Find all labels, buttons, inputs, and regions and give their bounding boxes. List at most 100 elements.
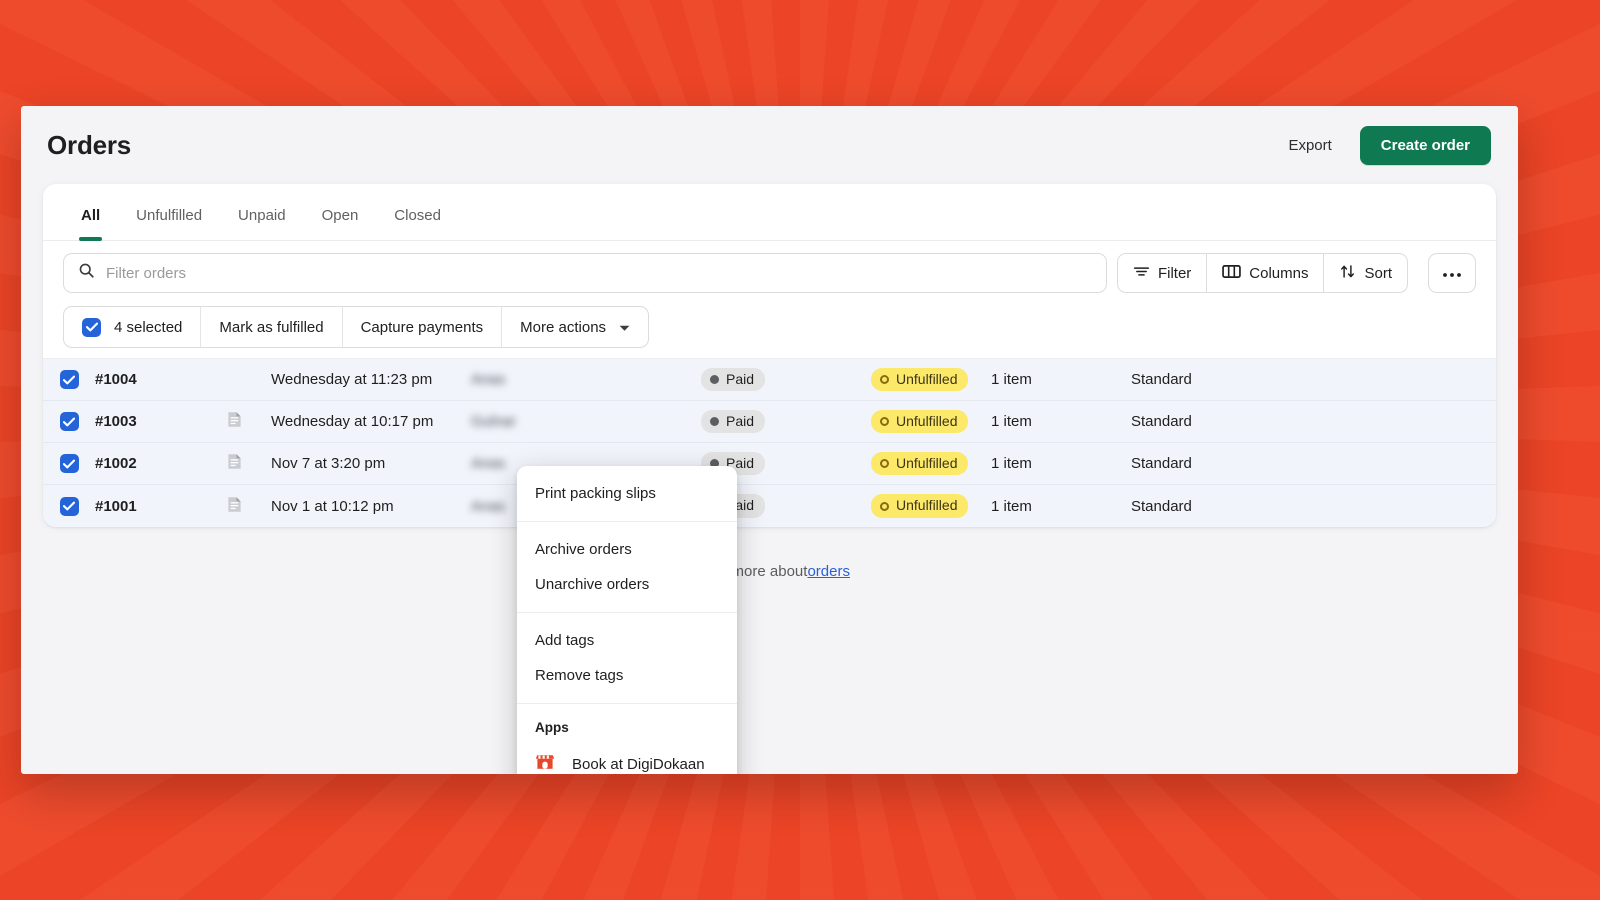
selected-count-label: 4 selected (114, 319, 182, 336)
bulk-actions-wrap: 4 selected Mark as fulfilled Capture pay… (43, 306, 1496, 358)
page-title: Orders (47, 130, 131, 161)
more-options-button[interactable] (1428, 253, 1476, 293)
export-button[interactable]: Export (1284, 131, 1335, 160)
order-number[interactable]: #1003 (95, 413, 227, 430)
row-checkbox[interactable] (60, 412, 79, 431)
order-number[interactable]: #1002 (95, 455, 227, 472)
item-count: 1 item (991, 498, 1131, 515)
apps-section-header: Apps (517, 714, 737, 743)
order-number[interactable]: #1001 (95, 498, 227, 515)
note-cell (227, 411, 271, 432)
ellipsis-icon (1442, 265, 1462, 282)
fulfillment-status-label: Unfulfilled (896, 371, 957, 389)
capture-payments-button[interactable]: Capture payments (343, 307, 503, 347)
row-checkbox-cell[interactable] (43, 370, 95, 389)
filter-icon (1133, 263, 1150, 284)
menu-item-book-at-digidokaan[interactable]: Book at DigiDokaan (517, 743, 737, 774)
create-order-button[interactable]: Create order (1360, 126, 1491, 165)
customer-name: Gulnar (471, 413, 701, 430)
fulfillment-status-label: Unfulfilled (896, 497, 957, 515)
order-tabs: All Unfulfilled Unpaid Open Closed (43, 184, 1496, 241)
unfulfilled-ring-icon (880, 417, 889, 426)
filter-button[interactable]: Filter (1117, 253, 1207, 293)
payment-status: Paid (701, 368, 871, 392)
menu-section-print: Print packing slips (517, 466, 737, 521)
table-row[interactable]: #1002 Nov 7 at 3:20 pm Anas (43, 443, 1496, 485)
note-icon (227, 411, 242, 432)
item-count: 1 item (991, 371, 1131, 388)
page-header: Orders Export Create order (21, 106, 1518, 184)
table-row[interactable]: #1004 Wednesday at 11:23 pm Anas Paid Un… (43, 359, 1496, 401)
row-checkbox-cell[interactable] (43, 497, 95, 516)
filter-toolbar: Filter Columns (43, 241, 1496, 306)
select-all-checkbox[interactable] (82, 318, 101, 337)
learn-more-note: Learn more about orders (21, 527, 1518, 592)
sort-button-label: Sort (1364, 265, 1392, 282)
menu-item-print-packing-slips[interactable]: Print packing slips (517, 476, 737, 511)
tab-all[interactable]: All (63, 207, 118, 240)
row-checkbox[interactable] (60, 497, 79, 516)
unfulfilled-ring-icon (880, 459, 889, 468)
table-row[interactable]: #1003 Wednesday at 10:17 pm Gulnar (43, 401, 1496, 443)
fulfillment-status-label: Unfulfilled (896, 413, 957, 431)
header-actions: Export Create order (1284, 126, 1491, 165)
orders-card: All Unfulfilled Unpaid Open Closed (43, 184, 1496, 527)
note-cell (227, 453, 271, 474)
storefront-icon (535, 752, 555, 774)
row-checkbox-cell[interactable] (43, 454, 95, 473)
fulfillment-status: Unfulfilled (871, 494, 991, 518)
bulk-actions-bar: 4 selected Mark as fulfilled Capture pay… (63, 306, 649, 348)
tab-open[interactable]: Open (304, 207, 377, 240)
columns-button[interactable]: Columns (1206, 253, 1324, 293)
menu-section-tags: Add tags Remove tags (517, 612, 737, 703)
filter-button-label: Filter (1158, 265, 1191, 282)
order-date: Wednesday at 11:23 pm (271, 371, 471, 388)
item-count: 1 item (991, 455, 1131, 472)
order-date: Wednesday at 10:17 pm (271, 413, 471, 430)
tab-unfulfilled[interactable]: Unfulfilled (118, 207, 220, 240)
orders-help-link[interactable]: orders (807, 563, 850, 580)
paid-dot-icon (710, 417, 719, 426)
order-date: Nov 1 at 10:12 pm (271, 498, 471, 515)
payment-status-label: Paid (726, 413, 754, 431)
search-box[interactable] (63, 253, 1107, 293)
paid-dot-icon (710, 375, 719, 384)
app-window: Orders Export Create order All Unfulfill… (21, 106, 1518, 774)
more-actions-button[interactable]: More actions (502, 307, 648, 347)
orders-table: #1004 Wednesday at 11:23 pm Anas Paid Un… (43, 358, 1496, 527)
search-input[interactable] (106, 265, 1092, 282)
sort-button[interactable]: Sort (1323, 253, 1408, 293)
menu-item-remove-tags[interactable]: Remove tags (517, 658, 737, 693)
fulfillment-status: Unfulfilled (871, 368, 991, 392)
search-icon (78, 262, 95, 284)
view-tools: Filter Columns (1117, 253, 1408, 293)
payment-status: Paid (701, 410, 871, 434)
menu-item-add-tags[interactable]: Add tags (517, 623, 737, 658)
menu-item-unarchive-orders[interactable]: Unarchive orders (517, 567, 737, 602)
columns-icon (1222, 264, 1241, 283)
delivery-method: Standard (1131, 455, 1496, 472)
row-checkbox[interactable] (60, 370, 79, 389)
order-number[interactable]: #1004 (95, 371, 227, 388)
menu-item-archive-orders[interactable]: Archive orders (517, 532, 737, 567)
tab-closed[interactable]: Closed (376, 207, 459, 240)
item-count: 1 item (991, 413, 1131, 430)
unfulfilled-ring-icon (880, 375, 889, 384)
delivery-method: Standard (1131, 413, 1496, 430)
fulfillment-status: Unfulfilled (871, 452, 991, 476)
row-checkbox-cell[interactable] (43, 412, 95, 431)
mark-as-fulfilled-button[interactable]: Mark as fulfilled (201, 307, 342, 347)
delivery-method: Standard (1131, 371, 1496, 388)
note-cell (227, 496, 271, 517)
tab-unpaid[interactable]: Unpaid (220, 207, 304, 240)
more-actions-label: More actions (520, 319, 606, 336)
sort-icon (1339, 263, 1356, 284)
payment-status-label: Paid (726, 371, 754, 389)
unfulfilled-ring-icon (880, 502, 889, 511)
table-row[interactable]: #1001 Nov 1 at 10:12 pm Anas (43, 485, 1496, 527)
fulfillment-status: Unfulfilled (871, 410, 991, 434)
row-checkbox[interactable] (60, 454, 79, 473)
chevron-down-icon (619, 319, 630, 336)
select-all-cell[interactable]: 4 selected (64, 307, 201, 347)
menu-section-archive: Archive orders Unarchive orders (517, 521, 737, 612)
